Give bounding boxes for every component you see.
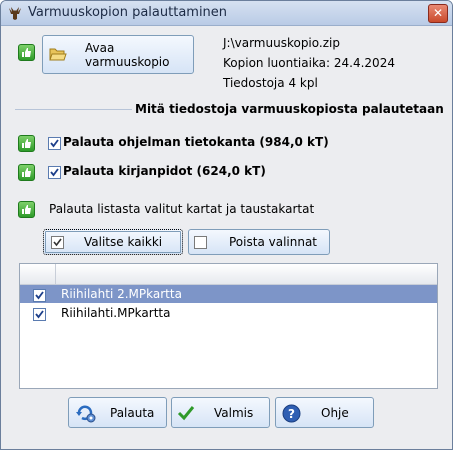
checkmark-icon <box>177 406 195 421</box>
help-button[interactable]: ? Ohje <box>275 397 374 428</box>
checkmark-icon <box>50 168 59 177</box>
backup-created: Kopion luontiaika: 24.4.2024 <box>223 56 395 70</box>
map-name: Riihilahti 2.MPkartta <box>61 287 182 301</box>
checkmark-icon <box>35 310 44 319</box>
moose-app-icon <box>9 7 21 20</box>
checkmark-icon <box>50 139 59 148</box>
checkmark-icon <box>35 291 44 300</box>
backup-file-count: Tiedostoja 4 kpl <box>223 76 318 90</box>
list-item[interactable]: Riihilahti.MPkartta <box>20 304 437 322</box>
map-name: Riihilahti.MPkartta <box>61 306 171 320</box>
thumbs-up-icon <box>18 44 35 61</box>
checkbox-icon <box>51 236 64 249</box>
thumbs-up-icon <box>18 135 35 152</box>
close-button[interactable]: ✕ <box>428 4 448 23</box>
done-label: Valmis <box>214 405 254 420</box>
restore-maps-info: Palauta listasta valitut kartat ja taust… <box>49 202 315 216</box>
empty-checkbox-icon <box>194 236 207 249</box>
map-list[interactable]: Riihilahti 2.MPkartta Riihilahti.MPkartt… <box>19 263 438 389</box>
map-checkbox[interactable] <box>33 289 46 302</box>
thumbs-up-icon <box>18 164 35 181</box>
restore-label: Palauta <box>110 405 155 420</box>
clear-selection-label: Poista valinnat <box>229 235 318 249</box>
open-folder-icon <box>49 48 67 61</box>
backup-path: J:\varmuuskopio.zip <box>223 36 340 50</box>
restore-button[interactable]: Palauta <box>68 397 167 428</box>
select-all-label: Valitse kaikki <box>84 235 163 249</box>
list-item[interactable]: Riihilahti 2.MPkartta <box>20 285 437 303</box>
help-label: Ohje <box>321 405 349 420</box>
section-title: Mitä tiedostoja varmuuskopiosta palautet… <box>132 102 447 116</box>
clear-selection-button[interactable]: Poista valinnat <box>188 229 330 255</box>
map-checkbox[interactable] <box>33 308 46 321</box>
restore-ledgers-checkbox[interactable] <box>48 166 61 179</box>
thumbs-up-icon <box>18 201 35 218</box>
list-header <box>20 264 437 285</box>
open-backup-label: Avaa varmuuskopio <box>85 40 170 69</box>
restore-database-label: Palauta ohjelman tietokanta (984,0 kT) <box>63 135 329 149</box>
title-bar: Varmuuskopion palauttaminen ✕ <box>1 1 452 26</box>
restore-database-checkbox[interactable] <box>48 137 61 150</box>
svg-text:?: ? <box>288 407 295 421</box>
restore-icon <box>76 405 96 423</box>
select-all-button[interactable]: Valitse kaikki <box>43 229 183 255</box>
restore-ledgers-label: Palauta kirjanpidot (624,0 kT) <box>63 164 266 178</box>
open-backup-button[interactable]: Avaa varmuuskopio <box>42 35 194 74</box>
help-icon: ? <box>282 404 301 423</box>
restore-backup-dialog: Varmuuskopion palauttaminen ✕ Avaa varmu… <box>0 0 453 450</box>
done-button[interactable]: Valmis <box>171 397 270 428</box>
window-title: Varmuuskopion palauttaminen <box>28 5 228 20</box>
